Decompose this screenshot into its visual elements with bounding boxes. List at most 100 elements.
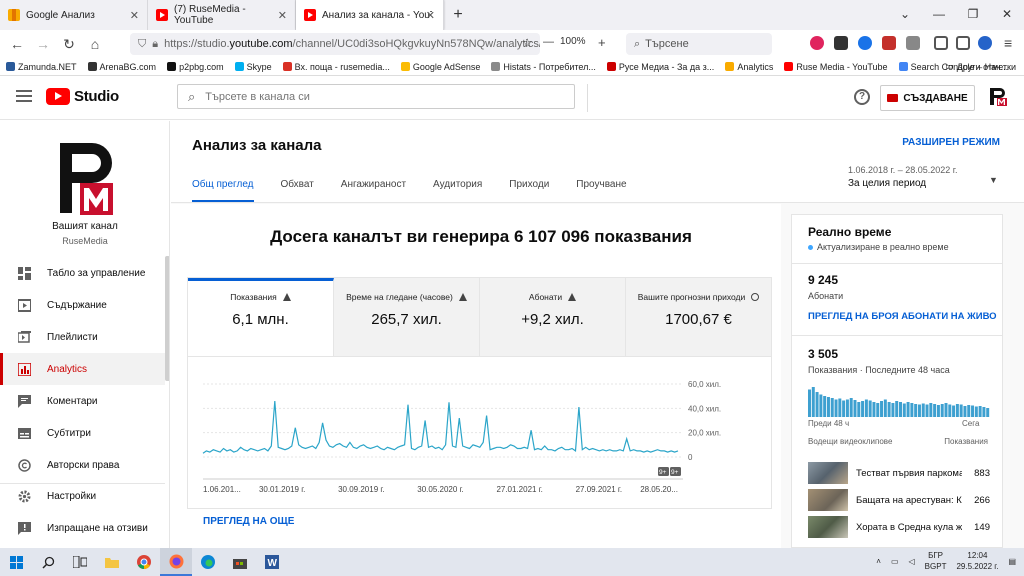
zoom-level[interactable]: 100% <box>560 36 586 47</box>
sidebar-item-copyright[interactable]: Авторски права <box>0 449 165 481</box>
zoom-out-button[interactable]: — <box>543 36 554 48</box>
top-video-row[interactable]: Хората в Средна кула жи... 149 <box>808 516 990 538</box>
tab-research[interactable]: Проучване <box>576 179 626 202</box>
tab-revenue[interactable]: Приходи <box>509 179 549 202</box>
bookmark-item[interactable]: Вх. поща - rusemedia... <box>282 62 390 72</box>
metric-views[interactable]: Показвания 6,1 млн. <box>188 278 334 356</box>
back-icon[interactable]: ← <box>6 36 28 52</box>
top-video-row[interactable]: Тестват първия паркомат... 883 <box>808 462 990 484</box>
metric-watch-time[interactable]: Време на гледане (часове) 265,7 хил. <box>334 278 480 356</box>
metric-subscribers[interactable]: Абонати +9,2 хил. <box>480 278 626 356</box>
language-indicator[interactable]: БГР BGPT <box>925 550 947 572</box>
clock[interactable]: 12:04 29.5.2022 г. <box>956 550 998 572</box>
sidebar-item-analytics[interactable]: Analytics <box>0 353 165 385</box>
close-icon[interactable]: ✕ <box>426 9 435 22</box>
bookmark-item[interactable]: Ruse Media - YouTube <box>784 62 888 72</box>
sidebar-scrollbar[interactable] <box>165 256 169 381</box>
live-subscribers-link[interactable]: ПРЕГЛЕД НА БРОЯ АБОНАТИ НА ЖИВО <box>808 311 997 322</box>
file-explorer-icon[interactable] <box>96 548 128 576</box>
tab-overview[interactable]: Общ преглед <box>192 179 254 202</box>
close-icon[interactable]: ✕ <box>278 9 287 22</box>
browser-tab-google-analytics[interactable]: Google Анализ ✕ <box>0 0 148 30</box>
restore-button[interactable]: ❐ <box>956 0 990 30</box>
bookmark-item[interactable]: ArenaBG.com <box>87 62 156 72</box>
help-icon[interactable]: ? <box>854 89 870 105</box>
channel-avatar[interactable] <box>56 141 114 217</box>
extension-icon[interactable] <box>858 36 872 50</box>
annotation-marker[interactable]: 9+ <box>670 467 681 476</box>
word-icon[interactable]: W <box>256 548 288 576</box>
create-button[interactable]: СЪЗДАВАНЕ <box>880 85 975 111</box>
home-icon[interactable]: ⌂ <box>84 36 106 52</box>
channel-search[interactable]: ⌕ <box>177 84 575 109</box>
close-icon[interactable]: ✕ <box>130 9 139 22</box>
sidebar-item-comments[interactable]: Коментари <box>0 385 165 417</box>
annotation-marker[interactable]: 9+ <box>658 467 669 476</box>
menu-icon[interactable]: ≡ <box>1004 35 1012 51</box>
chevron-up-icon[interactable]: ˄ <box>876 557 881 566</box>
sidebar-item-content[interactable]: Съдържание <box>0 289 165 321</box>
bookmark-item[interactable]: Русе Медиа - За да з... <box>606 62 714 72</box>
avatar[interactable] <box>988 87 1008 107</box>
views-chart[interactable]: 60,0 хил. 40,0 хил. 20,0 хил. 0 9+ 9+ 1.06.201… <box>188 357 773 509</box>
metric-revenue[interactable]: Вашите прогнозни приходи 1700,67 € <box>626 278 771 356</box>
browser-tab-studio[interactable]: Анализ за канала - YouTube St ✕ <box>296 0 444 30</box>
new-tab-button[interactable]: + <box>444 0 472 30</box>
library-icon[interactable] <box>934 36 948 50</box>
bookmark-item[interactable]: p2pbg.com <box>167 62 224 72</box>
search-icon[interactable] <box>32 548 64 576</box>
forward-icon[interactable]: → <box>32 36 54 52</box>
tab-engagement[interactable]: Ангажираност <box>341 179 406 202</box>
bookmark-item[interactable]: Google AdSense <box>400 62 480 72</box>
browser-tab-rusemedia[interactable]: (7) RuseMedia - YouTube ✕ <box>148 0 296 30</box>
bookmark-item[interactable]: Histats - Потребител... <box>491 62 596 72</box>
sidebar-item-playlists[interactable]: Плейлисти <box>0 321 165 353</box>
minimize-button[interactable]: — <box>922 0 956 30</box>
sidebar-item-dashboard[interactable]: Табло за управление <box>0 257 165 289</box>
bookmark-item[interactable]: Skype <box>234 62 272 72</box>
sidebar-item-settings[interactable]: Настройки <box>0 480 165 512</box>
sidebar-item-feedback[interactable]: Изпращане на отзиви <box>0 512 165 544</box>
chrome-icon[interactable] <box>128 548 160 576</box>
top-video-row[interactable]: Бащата на арестуван: Кол... 266 <box>808 489 990 511</box>
close-window-button[interactable]: ✕ <box>990 0 1024 30</box>
url-bar[interactable]: ⛉ 🔒︎ https://studio.youtube.com/channel/… <box>130 33 540 55</box>
pocket-icon[interactable] <box>810 36 824 50</box>
bookmark-favicon-icon <box>6 62 15 71</box>
firefox-icon[interactable] <box>160 548 192 576</box>
download-icon[interactable] <box>906 36 920 50</box>
bookmark-item[interactable]: Analytics <box>725 62 773 72</box>
edge-icon[interactable] <box>192 548 224 576</box>
menu-icon[interactable] <box>16 90 32 102</box>
task-view-icon[interactable] <box>64 548 96 576</box>
extension-icon[interactable] <box>882 36 896 50</box>
volume-icon[interactable]: ◁ <box>909 557 915 566</box>
chevron-down-icon[interactable]: ▼ <box>989 175 998 185</box>
search-input[interactable] <box>205 90 526 103</box>
sidebar-icon[interactable] <box>956 36 970 50</box>
tab-title: Анализ за канала - YouTube St <box>322 9 432 21</box>
browser-search-input[interactable]: ⌕ Търсене <box>626 33 772 55</box>
tab-reach[interactable]: Обхват <box>281 179 314 202</box>
bookmark-other[interactable]: ▭ Други отметки <box>945 61 1016 72</box>
bookmark-star-icon[interactable]: ☆ <box>522 36 533 50</box>
realtime-bar <box>967 405 971 417</box>
bookmark-item[interactable]: Zamunda.NET <box>6 62 77 72</box>
url-text: https://studio.youtube.com/channel/UC0di… <box>164 38 540 50</box>
content-icon <box>17 298 32 312</box>
zoom-in-button[interactable]: + <box>598 35 606 50</box>
account-icon[interactable] <box>978 36 992 50</box>
extension-icon[interactable] <box>834 36 848 50</box>
sidebar-item-subtitles[interactable]: Субтитри <box>0 417 165 449</box>
see-more-link[interactable]: ПРЕГЛЕД НА ОЩЕ <box>203 516 294 527</box>
chevron-down-icon[interactable]: ⌄ <box>888 0 922 30</box>
store-icon[interactable] <box>224 548 256 576</box>
notifications-icon[interactable]: ▤ <box>1008 557 1016 566</box>
network-icon[interactable]: ▭ <box>891 557 899 566</box>
date-range-select[interactable]: За целия период <box>848 178 926 189</box>
tab-audience[interactable]: Аудитория <box>433 179 482 202</box>
windows-start-button[interactable] <box>0 548 32 576</box>
reload-icon[interactable]: ↻ <box>58 36 80 53</box>
advanced-mode-button[interactable]: РАЗШИРЕН РЕЖИМ <box>902 137 1000 148</box>
studio-logo[interactable]: Studio <box>46 88 119 105</box>
